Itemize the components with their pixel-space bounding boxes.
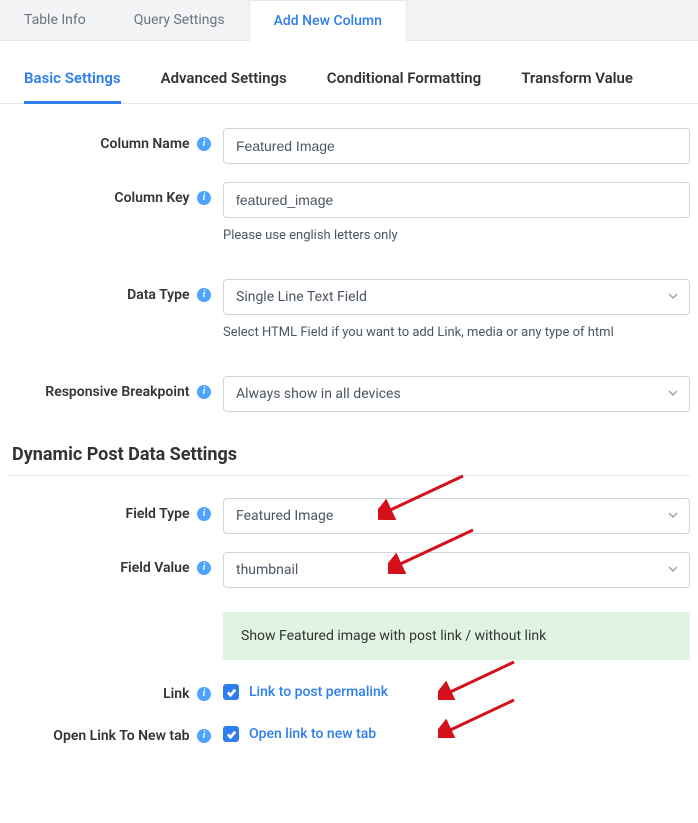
row-responsive-breakpoint: Responsive Breakpoint i Always show in a… [8,376,690,412]
label-text: Link [163,686,189,702]
field-value-select[interactable]: thumbnail [223,552,690,588]
link-check-label[interactable]: Link to post permalink [249,684,388,700]
row-data-type: Data Type i Single Line Text Field Selec… [8,279,690,340]
new-tab-checkbox[interactable] [223,726,239,742]
responsive-breakpoint-select[interactable]: Always show in all devices [223,376,690,412]
info-icon[interactable]: i [197,288,211,302]
row-open-new-tab: Open Link To New tab i Open link to new … [8,720,690,744]
info-icon[interactable]: i [197,137,211,151]
column-key-help: Please use english letters only [223,228,690,243]
tab-add-new-column[interactable]: Add New Column [249,0,407,41]
subtab-basic-settings[interactable]: Basic Settings [24,69,121,104]
row-column-name: Column Name i [8,128,690,164]
data-type-select[interactable]: Single Line Text Field [223,279,690,315]
row-field-value: Field Value i thumbnail [8,552,690,588]
column-name-input[interactable] [223,128,690,164]
featured-image-notice: Show Featured image with post link / wit… [223,612,690,660]
data-type-help: Select HTML Field if you want to add Lin… [223,325,690,340]
row-notice: Show Featured image with post link / wit… [8,606,690,660]
info-icon[interactable]: i [197,729,211,743]
label-text: Column Name [100,136,189,152]
field-type-select[interactable]: Featured Image [223,498,690,534]
new-tab-check-label[interactable]: Open link to new tab [249,726,376,742]
label-column-name: Column Name i [8,128,223,152]
row-link: Link i Link to post permalink [8,678,690,702]
subtab-conditional-formatting[interactable]: Conditional Formatting [327,69,481,103]
label-field-value: Field Value i [8,552,223,576]
label-text: Column Key [114,190,189,206]
info-icon[interactable]: i [197,385,211,399]
row-column-key: Column Key i Please use english letters … [8,182,690,243]
section-dynamic-post-data: Dynamic Post Data Settings [8,430,690,476]
label-responsive-breakpoint: Responsive Breakpoint i [8,376,223,400]
sub-tabs: Basic Settings Advanced Settings Conditi… [0,41,698,104]
label-text: Data Type [127,287,189,303]
info-icon[interactable]: i [197,561,211,575]
link-checkbox[interactable] [223,684,239,700]
label-text: Field Value [120,560,189,576]
form-panel: Column Name i Column Key i Please use en… [0,104,698,748]
info-icon[interactable]: i [197,687,211,701]
label-text: Responsive Breakpoint [45,384,189,400]
top-tabs: Table Info Query Settings Add New Column [0,0,698,41]
column-key-input[interactable] [223,182,690,218]
label-link: Link i [8,678,223,702]
subtab-transform-value[interactable]: Transform Value [521,69,633,103]
subtab-advanced-settings[interactable]: Advanced Settings [161,69,287,103]
label-field-type: Field Type i [8,498,223,522]
tab-query-settings[interactable]: Query Settings [110,0,249,40]
label-text: Open Link To New tab [53,728,189,744]
info-icon[interactable]: i [197,507,211,521]
label-data-type: Data Type i [8,279,223,303]
label-text: Field Type [126,506,190,522]
info-icon[interactable]: i [197,191,211,205]
label-column-key: Column Key i [8,182,223,206]
label-open-new-tab: Open Link To New tab i [8,720,223,744]
row-field-type: Field Type i Featured Image [8,498,690,534]
tab-table-info[interactable]: Table Info [0,0,110,40]
